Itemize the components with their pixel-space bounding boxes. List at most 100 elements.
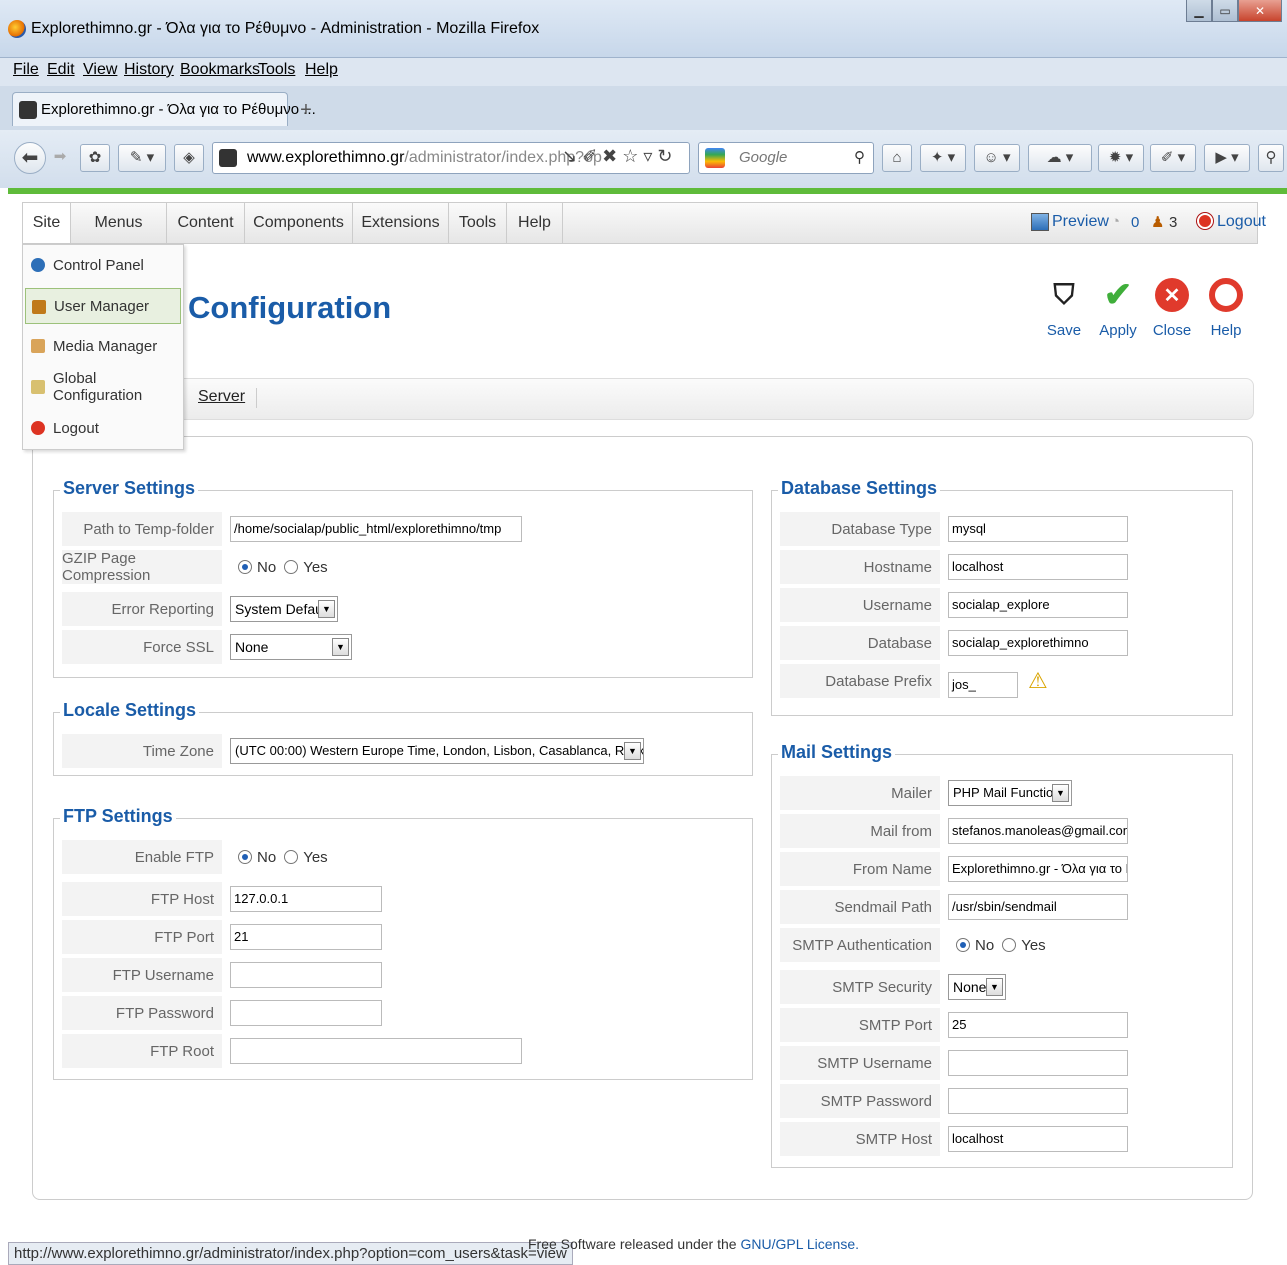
smtp-password-input[interactable] [948,1088,1128,1114]
ftp-username-input[interactable] [230,962,382,988]
enable-ftp-label: Enable FTP [62,840,222,874]
toolbar-addon-4-icon[interactable]: ✹ ▾ [1098,144,1144,172]
menu-help[interactable]: Help [507,203,563,243]
close-button[interactable]: ✕ Close [1146,278,1198,350]
toolbar-addon-1-icon[interactable]: ✦ ▾ [920,144,966,172]
tab-server[interactable]: Server [198,388,245,406]
tab-divider [256,388,257,408]
menu-view[interactable]: View [83,61,117,79]
dropdown-global-configuration[interactable]: Global Configuration [25,369,181,405]
force-ssl-select[interactable]: None ▼ [230,634,352,660]
smtp-security-select[interactable]: None ▼ [948,974,1006,1000]
close-window-button[interactable]: ✕ [1238,0,1282,22]
smtp-password-label: SMTP Password [780,1084,940,1118]
gzip-label: GZIP Page Compression [62,550,222,584]
home-icon[interactable]: ⌂ [882,144,912,172]
from-name-label: From Name [780,852,940,886]
db-username-input[interactable]: socialap_explore [948,592,1128,618]
menu-extensions[interactable]: Extensions [353,203,449,243]
db-name-row: Database socialap_explorethimno [780,625,1128,661]
menu-tools[interactable]: Tools [258,61,295,79]
toolbar-addon-3-icon[interactable]: ☁ ▾ [1028,144,1092,172]
menu-file[interactable]: File [13,61,39,79]
ftp-settings-fieldset: FTP Settings Enable FTP No Yes FTP Host … [53,806,753,1080]
temp-folder-input[interactable]: /home/socialap/public_html/explorethimno… [230,516,522,542]
toolbar-addon-5-icon[interactable]: ✐ ▾ [1150,144,1196,172]
apply-button[interactable]: ✔ Apply [1092,276,1144,350]
ftp-port-row: FTP Port 21 [62,919,382,955]
youtube-icon[interactable]: ▶ ▾ [1204,144,1250,172]
url-bar-action-icons[interactable]: ↘ ✐ ✖ ☆ ▿ ↻ [562,146,673,167]
ftp-root-label: FTP Root [62,1034,222,1068]
menu-help[interactable]: Help [305,61,338,79]
new-tab-button[interactable]: + [292,96,320,124]
gzip-yes-radio[interactable] [284,560,299,574]
dropdown-logout[interactable]: Logout [25,410,181,446]
forward-icon[interactable]: ➡ [48,144,72,172]
smtp-auth-no-radio[interactable] [956,938,970,952]
force-ssl-label: Force SSL [62,630,222,664]
dropdown-user-manager[interactable]: User Manager [25,288,181,324]
database-settings-legend: Database Settings [778,478,941,499]
extension-icon[interactable]: ◈ [174,144,204,172]
smtp-username-input[interactable] [948,1050,1128,1076]
ftp-host-input[interactable]: 127.0.0.1 [230,886,382,912]
ftp-password-input[interactable] [230,1000,382,1026]
dropdown-control-panel[interactable]: Control Panel [25,247,181,283]
menu-content[interactable]: Content [167,203,245,243]
smtp-port-input[interactable]: 25 [948,1012,1128,1038]
control-panel-icon [31,258,45,272]
preview-link[interactable]: Preview [1052,213,1109,231]
maximize-button[interactable]: ▭ [1212,0,1238,22]
menu-bookmarks[interactable]: Bookmarks [180,61,260,79]
menu-site[interactable]: Site [23,203,71,243]
magnifier-icon[interactable]: ⚲ [854,143,865,173]
ftp-yes-radio[interactable] [284,850,299,864]
pencil-icon[interactable]: ✎ ▾ [118,144,166,172]
ftp-root-input[interactable] [230,1038,522,1064]
toolbar-addon-2-icon[interactable]: ☺ ▾ [974,144,1020,172]
db-type-input[interactable]: mysql [948,516,1128,542]
users-count: 3 [1169,214,1178,231]
from-name-row: From Name Explorethimno.gr - Όλα για το … [780,851,1128,887]
db-hostname-input[interactable]: localhost [948,554,1128,580]
footer-license: Free Software released under the GNU/GPL… [528,1236,859,1252]
menu-components[interactable]: Components [245,203,353,243]
dropdown-media-manager[interactable]: Media Manager [25,328,181,364]
ftp-host-label: FTP Host [62,882,222,916]
db-prefix-input[interactable]: jos_ [948,672,1018,698]
browser-tab[interactable]: Explorethimno.gr - Όλα για το Ρέθυμνο ..… [12,92,316,126]
logout-link[interactable]: Logout [1217,213,1266,231]
smtp-host-input[interactable]: localhost [948,1126,1128,1152]
search-input[interactable]: Google ⚲ [698,142,874,174]
menu-edit[interactable]: Edit [47,61,75,79]
gpl-license-link[interactable]: GNU/GPL License. [740,1236,859,1252]
timezone-row: Time Zone (UTC 00:00) Western Europe Tim… [62,733,644,769]
locale-settings-legend: Locale Settings [60,700,200,721]
dropdown-arrow-icon: ▼ [318,600,335,618]
smtp-auth-yes-radio[interactable] [1002,938,1017,952]
save-button[interactable]: ⛉ Save [1038,278,1090,350]
smtp-security-row: SMTP Security None ▼ [780,969,1006,1005]
minimize-button[interactable]: ▁ [1186,0,1212,22]
menu-tools[interactable]: Tools [449,203,507,243]
timezone-select[interactable]: (UTC 00:00) Western Europe Time, London,… [230,738,644,764]
error-reporting-select[interactable]: System Default ▼ [230,596,338,622]
addon-icon[interactable]: ✿ [80,144,110,172]
users-icon: ♟ [1151,214,1165,231]
sendmail-path-input[interactable]: /usr/sbin/sendmail [948,894,1128,920]
force-ssl-row: Force SSL None ▼ [62,629,352,665]
back-icon[interactable]: ⬅ [14,142,46,174]
gzip-no-radio[interactable] [238,560,252,574]
search-toolbar-icon[interactable]: ⚲ [1258,144,1284,172]
from-name-input[interactable]: Explorethimno.gr - Όλα για το Ρέθ [948,856,1128,882]
mailer-select[interactable]: PHP Mail Function ▼ [948,780,1072,806]
menu-menus[interactable]: Menus [71,203,167,243]
messages-count[interactable]: 0 [1131,214,1139,231]
db-name-input[interactable]: socialap_explorethimno [948,630,1128,656]
menu-history[interactable]: History [124,61,174,79]
help-button[interactable]: Help [1200,278,1252,350]
ftp-port-input[interactable]: 21 [230,924,382,950]
mail-from-input[interactable]: stefanos.manoleas@gmail.com [948,818,1128,844]
ftp-no-radio[interactable] [238,850,252,864]
